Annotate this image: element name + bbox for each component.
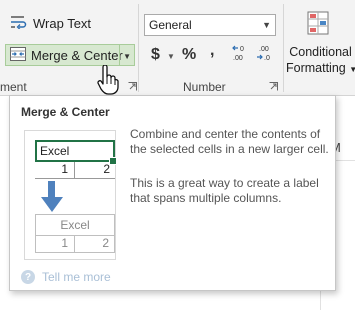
group-separator (138, 4, 139, 92)
svg-text:.0: .0 (264, 55, 270, 62)
tooltip-detail: This is a great way to create a label th… (130, 176, 319, 205)
conditional-label-line2: Formatting (286, 61, 346, 75)
increase-decimal-icon[interactable]: 0 .00 (232, 44, 250, 67)
illustration-after-cell-1: 1 (35, 236, 75, 253)
illustration-after-cell-2: 2 (75, 236, 115, 253)
arrow-down-icon (40, 181, 64, 218)
help-link-label: Tell me more (42, 270, 111, 284)
decrease-decimal-icon[interactable]: .00 .0 (256, 44, 274, 67)
merge-center-tooltip: Merge & Center Excel 1 2 Excel 1 2 Combi… (9, 95, 336, 291)
wrap-text-icon (10, 15, 28, 32)
currency-dropdown-icon[interactable]: ▼ (167, 52, 175, 61)
grid-line (336, 160, 355, 161)
merge-center-icon (10, 46, 26, 64)
svg-text:.00: .00 (233, 55, 243, 62)
chevron-down-icon: ▼ (262, 20, 271, 30)
merge-center-label: Merge & Center (31, 47, 123, 63)
svg-text:.00: .00 (259, 46, 269, 53)
conditional-formatting-icon[interactable] (306, 10, 330, 36)
illustration-after-merged-cell: Excel (35, 214, 115, 236)
split-divider (119, 45, 120, 65)
ribbon: Wrap Text Merge & Center ▼ ment General … (0, 0, 355, 96)
tooltip-description: Combine and center the contents of the s… (130, 127, 329, 156)
conditional-formatting-button[interactable]: Conditional Formatting ▼ (286, 44, 355, 78)
tooltip-title: Merge & Center (21, 105, 110, 119)
group-separator (283, 4, 284, 92)
percent-icon[interactable]: % (182, 46, 196, 64)
number-group-label: Number (183, 80, 226, 94)
dropdown-arrow-icon[interactable]: ▼ (123, 52, 131, 61)
merge-center-button[interactable]: Merge & Center ▼ (5, 44, 135, 66)
conditional-label-line1: Conditional (289, 45, 352, 59)
mouse-pointer-icon (97, 64, 119, 100)
number-format-value: General (149, 18, 192, 32)
tell-me-more-link[interactable]: ? Tell me more (21, 270, 111, 284)
chevron-down-icon: ▼ (349, 65, 355, 74)
wrap-text-label: Wrap Text (33, 15, 92, 31)
illustration-before-cell-1: 1 (35, 162, 75, 179)
illustration-before-cell-2: 2 (75, 162, 115, 179)
comma-style-icon[interactable]: , (210, 42, 214, 60)
dialog-launcher-icon[interactable] (128, 82, 137, 91)
svg-text:0: 0 (240, 46, 244, 53)
wrap-text-button[interactable]: Wrap Text (6, 12, 95, 34)
illustration-before-merged-cell: Excel (35, 140, 115, 162)
merge-illustration: Excel 1 2 Excel 1 2 (24, 130, 117, 260)
currency-icon[interactable]: $ (151, 46, 160, 64)
dialog-launcher-icon[interactable] (269, 82, 278, 91)
alignment-group-label: ment (0, 80, 27, 94)
number-format-select[interactable]: General ▼ (144, 14, 276, 36)
help-icon: ? (21, 270, 35, 284)
